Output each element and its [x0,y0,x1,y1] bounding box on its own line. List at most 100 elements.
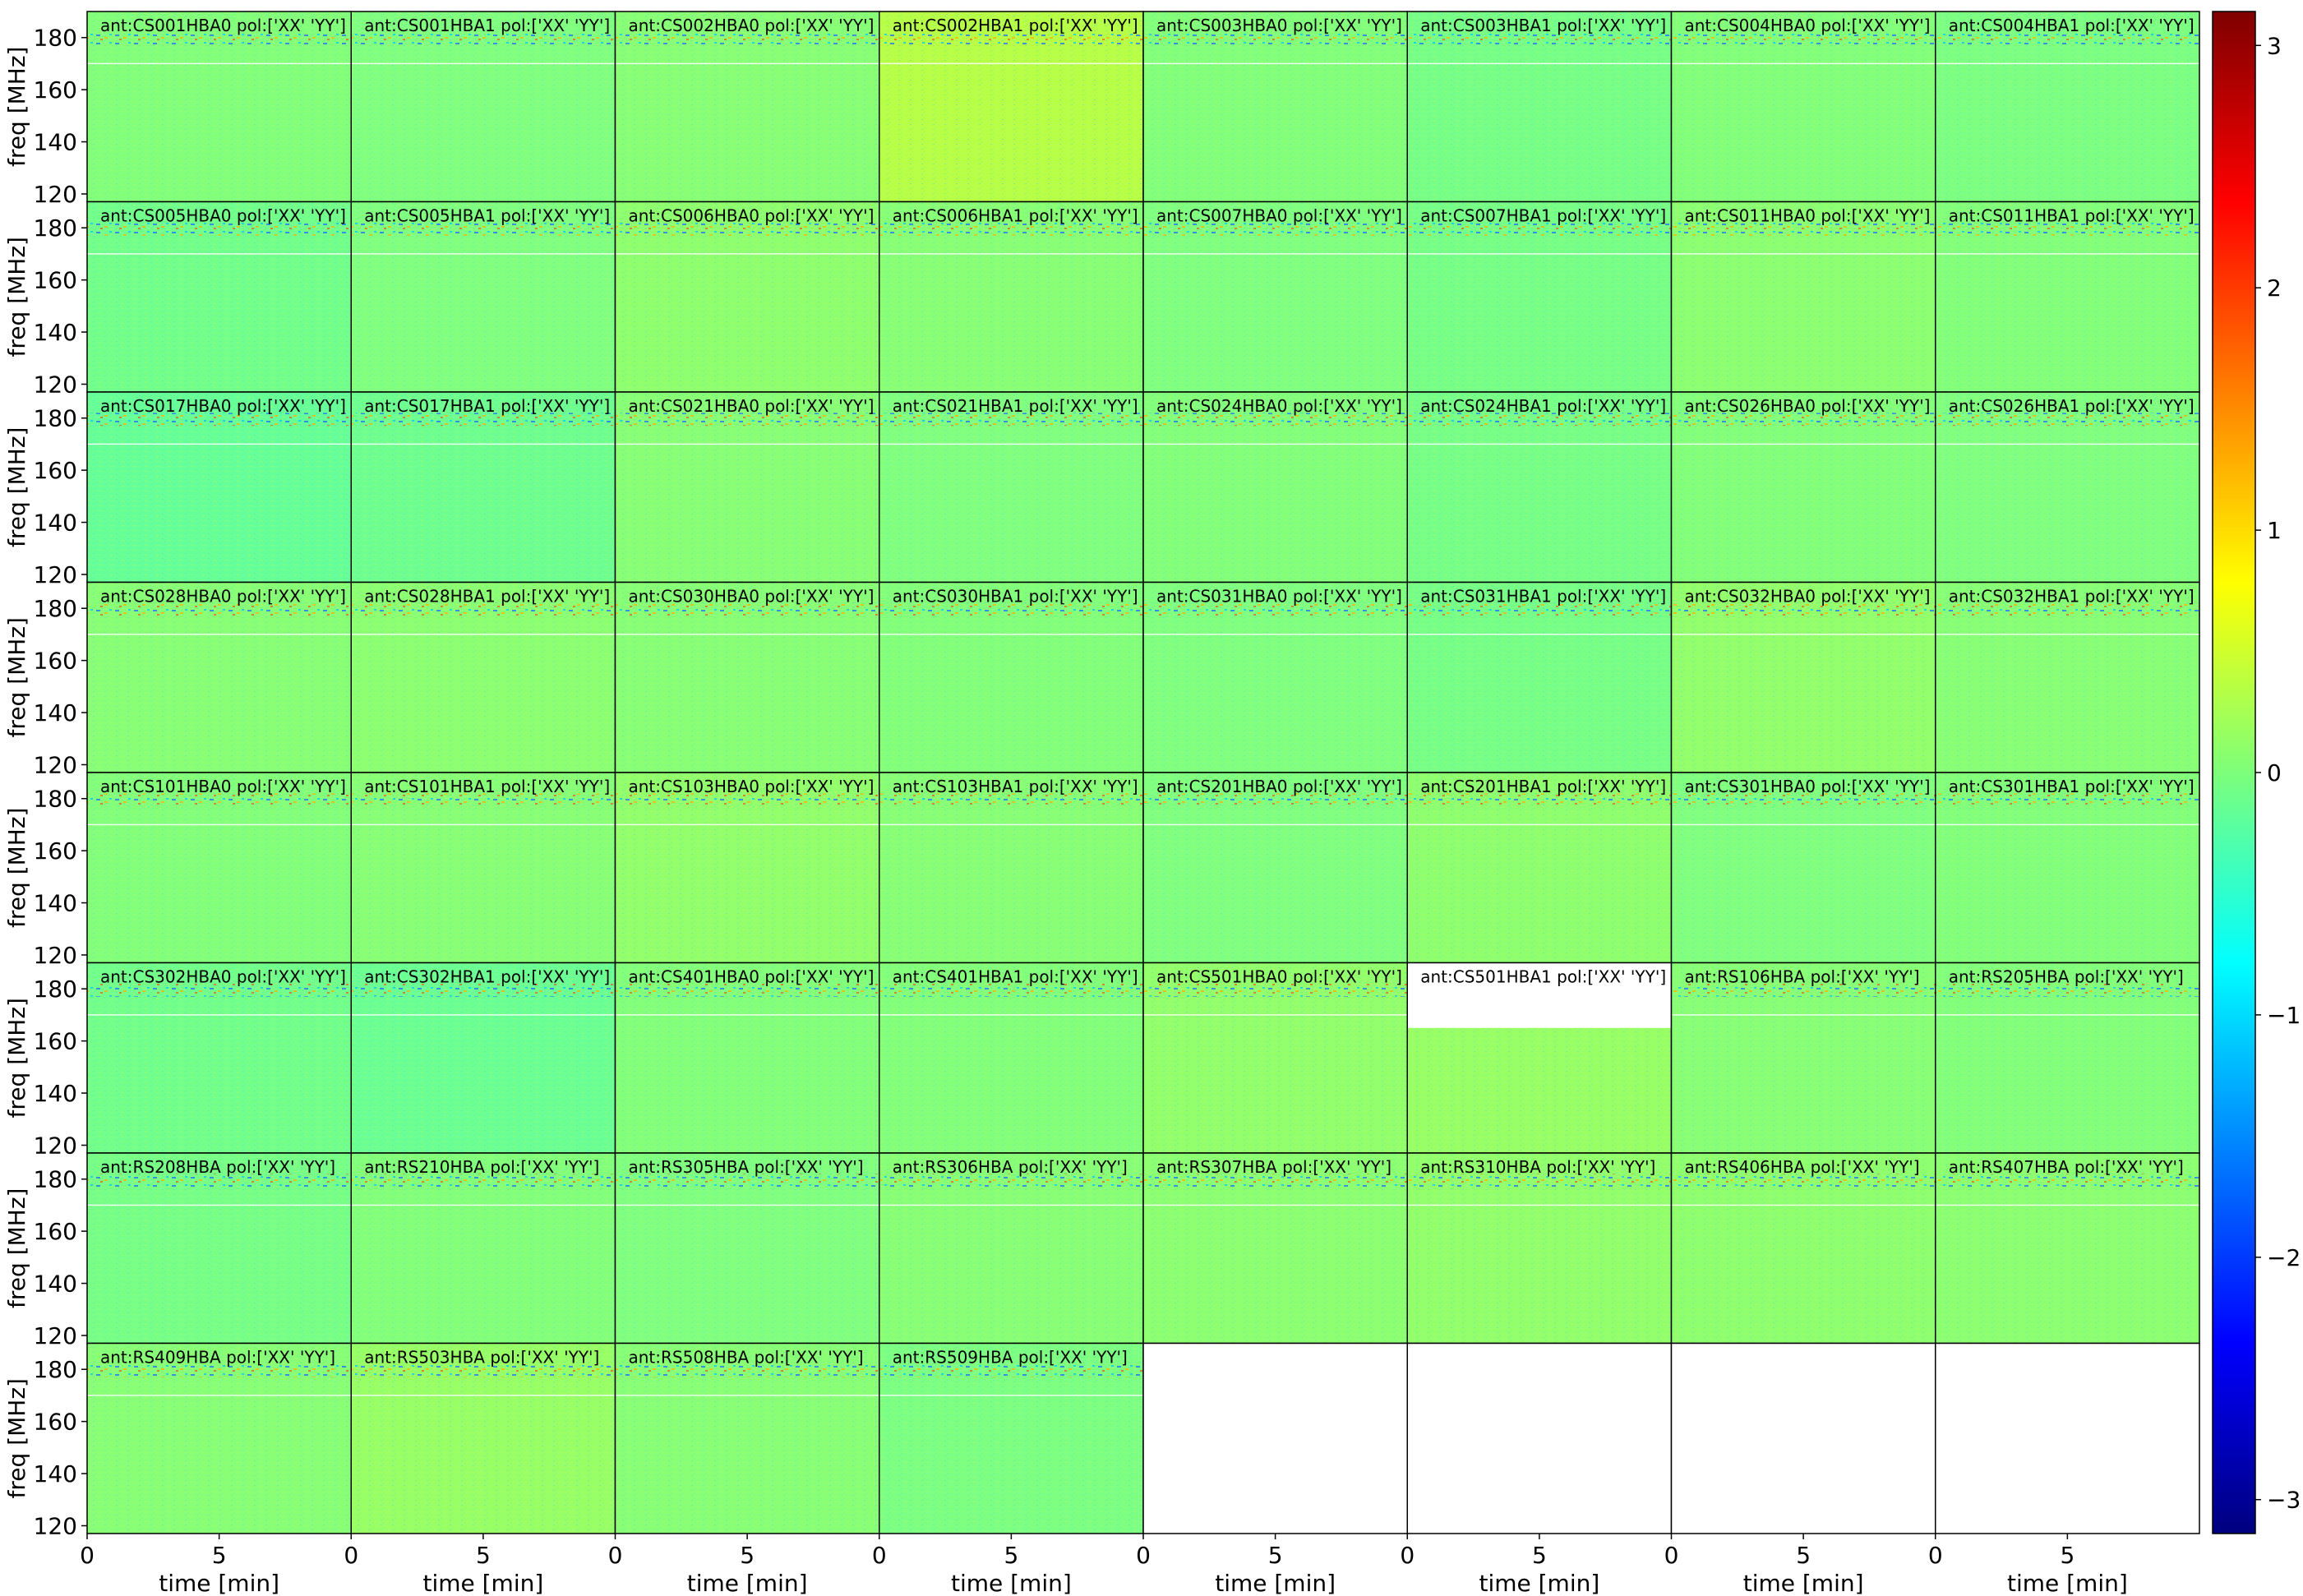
y-tick-label: 160 [34,648,77,675]
panel-title: ant:CS101HBA1 pol:['XX' 'YY'] [364,777,610,796]
y-tick-label: 160 [34,1409,77,1436]
antenna-panel: ant:CS030HBA0 pol:['XX' 'YY'] [614,581,880,773]
x-tick-label: 0 [80,1542,95,1569]
panel-title: ant:CS005HBA0 pol:['XX' 'YY'] [100,206,346,226]
x-tick-label: 5 [476,1542,491,1569]
panel-title: ant:CS026HBA0 pol:['XX' 'YY'] [1685,396,1931,416]
antenna-panel: ant:CS031HBA0 pol:['XX' 'YY'] [1142,581,1408,773]
y-tick-label: 120 [34,751,77,778]
y-tick-label: 180 [34,1356,77,1383]
antenna-panel: ant:CS007HBA1 pol:['XX' 'YY'] [1406,201,1673,393]
panel-title: ant:CS002HBA0 pol:['XX' 'YY'] [629,16,875,35]
antenna-panel: ant:CS006HBA1 pol:['XX' 'YY'] [879,201,1144,393]
antenna-panel: ant:CS301HBA0 pol:['XX' 'YY'] [1670,772,1936,964]
y-tick-label: 180 [34,595,77,622]
antenna-panel: ant:RS406HBA pol:['XX' 'YY'] [1670,1152,1936,1345]
panel-title: ant:RS210HBA pol:['XX' 'YY'] [364,1157,599,1177]
empty-panel [1143,1343,1408,1534]
empty-panel [1671,1343,1936,1534]
antenna-panel: ant:CS028HBA1 pol:['XX' 'YY'] [350,581,616,773]
antenna-panel: ant:CS006HBA0 pol:['XX' 'YY'] [614,201,880,393]
panel-title: ant:CS006HBA1 pol:['XX' 'YY'] [893,206,1138,226]
x-axis-label: time [min] [422,1570,543,1596]
colorbar-tick-label: −3 [2267,1487,2301,1514]
panel-title: ant:CS028HBA0 pol:['XX' 'YY'] [100,587,346,607]
panel-title: ant:CS005HBA1 pol:['XX' 'YY'] [364,206,610,226]
antenna-panel: ant:CS032HBA0 pol:['XX' 'YY'] [1670,581,1936,773]
colorbar-tick-label: 1 [2267,517,2282,544]
panel-title: ant:CS501HBA0 pol:['XX' 'YY'] [1156,967,1402,987]
antenna-panel: ant:CS032HBA1 pol:['XX' 'YY'] [1935,581,2200,773]
y-tick-label: 160 [34,837,77,865]
panel-title: ant:RS508HBA pol:['XX' 'YY'] [629,1348,864,1368]
panel-title: ant:CS021HBA0 pol:['XX' 'YY'] [629,396,875,416]
panel-title: ant:CS103HBA1 pol:['XX' 'YY'] [893,777,1138,796]
antenna-panel: ant:RS208HBA pol:['XX' 'YY'] [86,1152,352,1345]
antenna-panel: ant:CS031HBA1 pol:['XX' 'YY'] [1406,581,1673,773]
antenna-panel: ant:CS501HBA0 pol:['XX' 'YY'] [1142,962,1408,1154]
y-tick-label: 120 [34,371,77,398]
panel-title: ant:CS030HBA0 pol:['XX' 'YY'] [629,587,875,607]
panel-title: ant:RS208HBA pol:['XX' 'YY'] [100,1157,335,1177]
panel-title: ant:CS101HBA0 pol:['XX' 'YY'] [100,777,346,796]
antenna-panel: ant:CS021HBA1 pol:['XX' 'YY'] [879,391,1144,584]
panel-title: ant:RS409HBA pol:['XX' 'YY'] [100,1348,335,1368]
antenna-panel: ant:RS106HBA pol:['XX' 'YY'] [1670,962,1936,1154]
empty-panel [1935,1343,2199,1534]
panel-title: ant:CS301HBA1 pol:['XX' 'YY'] [1949,777,2195,796]
panel-title: ant:RS307HBA pol:['XX' 'YY'] [1156,1157,1391,1177]
y-tick-label: 120 [34,181,77,208]
panel-title: ant:CS301HBA0 pol:['XX' 'YY'] [1685,777,1931,796]
antenna-panel: ant:CS002HBA0 pol:['XX' 'YY'] [614,11,880,203]
antenna-panel [1935,1342,2200,1534]
antenna-panel: ant:CS401HBA1 pol:['XX' 'YY'] [879,962,1144,1154]
antenna-panel: ant:CS011HBA1 pol:['XX' 'YY'] [1935,201,2200,393]
antenna-panel: ant:CS002HBA1 pol:['XX' 'YY'] [879,11,1144,203]
x-tick-label: 5 [2060,1542,2075,1569]
x-axis-label: time [min] [951,1570,1072,1596]
antenna-panel: ant:RS503HBA pol:['XX' 'YY'] [350,1342,616,1534]
x-tick-label: 0 [1400,1542,1415,1569]
empty-panel [1407,1343,1672,1534]
antenna-panel: ant:RS307HBA pol:['XX' 'YY'] [1142,1152,1408,1345]
y-tick-label: 140 [34,890,77,917]
y-tick-label: 140 [34,1460,77,1488]
antenna-panel: ant:RS305HBA pol:['XX' 'YY'] [614,1152,880,1345]
antenna-panel: ant:RS509HBA pol:['XX' 'YY'] [879,1342,1144,1534]
antenna-panel: ant:CS028HBA0 pol:['XX' 'YY'] [86,581,352,773]
y-tick-label: 140 [34,699,77,727]
panel-title: ant:RS503HBA pol:['XX' 'YY'] [364,1348,599,1368]
x-tick-label: 0 [1928,1542,1943,1569]
antenna-panel: ant:CS001HBA0 pol:['XX' 'YY'] [86,11,352,203]
y-axis-label: freq [MHz] [3,808,30,928]
x-axis-label: time [min] [1479,1570,1599,1596]
panel-title: ant:CS011HBA0 pol:['XX' 'YY'] [1685,206,1931,226]
y-tick-label: 180 [34,25,77,52]
panel-title: ant:CS201HBA0 pol:['XX' 'YY'] [1156,777,1402,796]
panel-title: ant:CS003HBA0 pol:['XX' 'YY'] [1156,16,1402,35]
panel-title: ant:CS011HBA1 pol:['XX' 'YY'] [1949,206,2195,226]
y-tick-label: 180 [34,786,77,813]
antenna-panel: ant:CS021HBA0 pol:['XX' 'YY'] [614,391,880,584]
antenna-panel: ant:CS302HBA1 pol:['XX' 'YY'] [350,962,616,1154]
antenna-panel: ant:CS003HBA1 pol:['XX' 'YY'] [1406,11,1673,203]
antenna-panel: ant:CS103HBA1 pol:['XX' 'YY'] [879,772,1144,964]
antenna-panel: ant:CS101HBA0 pol:['XX' 'YY'] [86,772,352,964]
panel-title: ant:CS004HBA0 pol:['XX' 'YY'] [1685,16,1931,35]
antenna-panel: ant:RS306HBA pol:['XX' 'YY'] [879,1152,1144,1345]
y-axis-label: freq [MHz] [3,47,30,167]
antenna-panel: ant:CS001HBA1 pol:['XX' 'YY'] [350,11,616,203]
panel-title: ant:RS305HBA pol:['XX' 'YY'] [629,1157,864,1177]
antenna-panel: ant:CS302HBA0 pol:['XX' 'YY'] [86,962,352,1154]
panel-title: ant:CS032HBA1 pol:['XX' 'YY'] [1949,587,2195,607]
antenna-panel: ant:RS210HBA pol:['XX' 'YY'] [350,1152,616,1345]
antenna-panel: ant:RS205HBA pol:['XX' 'YY'] [1935,962,2200,1154]
x-tick-label: 5 [1004,1542,1018,1569]
panel-title: ant:CS401HBA1 pol:['XX' 'YY'] [893,967,1138,987]
panel-title: ant:CS007HBA1 pol:['XX' 'YY'] [1420,206,1666,226]
panel-title: ant:CS006HBA0 pol:['XX' 'YY'] [629,206,875,226]
x-tick-label: 0 [344,1542,358,1569]
antenna-panel: ant:RS310HBA pol:['XX' 'YY'] [1406,1152,1673,1345]
antenna-panel: ant:CS030HBA1 pol:['XX' 'YY'] [879,581,1144,773]
y-tick-label: 140 [34,1271,77,1298]
